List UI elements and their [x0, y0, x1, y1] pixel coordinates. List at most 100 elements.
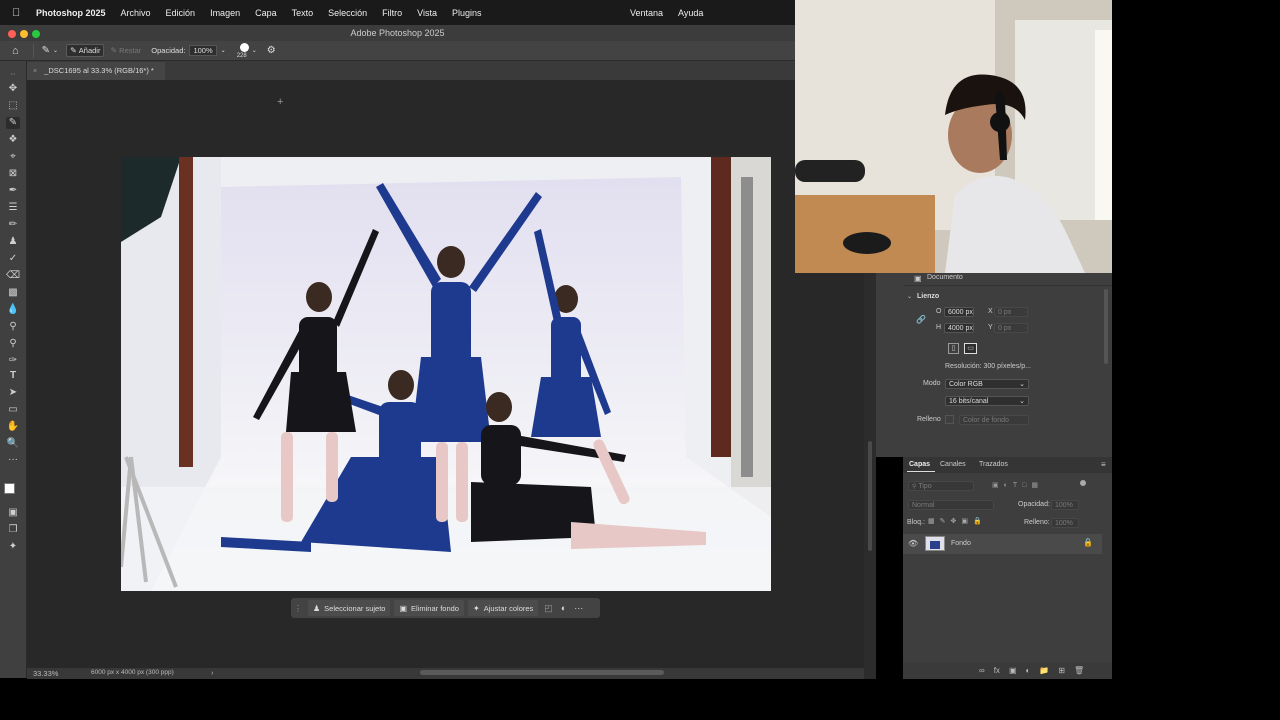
- app-menu[interactable]: Photoshop 2025: [36, 8, 106, 18]
- type-tool-icon[interactable]: T: [6, 370, 20, 382]
- link-icon[interactable]: 🔗: [916, 315, 926, 324]
- tab-layers[interactable]: Capas: [909, 461, 930, 468]
- lock-icon[interactable]: 🔒: [1083, 538, 1093, 547]
- fill-swatch[interactable]: [945, 415, 954, 424]
- zoom-tool-icon[interactable]: 🔍: [6, 438, 20, 450]
- link-layers-icon[interactable]: ∞: [979, 666, 985, 675]
- vertical-scrollbar[interactable]: [868, 441, 872, 551]
- brush-size-picker[interactable]: 228: [236, 42, 252, 60]
- add-mask-icon[interactable]: ▣: [1009, 666, 1017, 675]
- document-image[interactable]: [121, 157, 771, 591]
- panel-menu-icon[interactable]: ≡: [1101, 460, 1106, 469]
- menu-capa[interactable]: Capa: [255, 8, 277, 18]
- transform-icon[interactable]: ◰: [544, 603, 553, 614]
- document-tab[interactable]: × _DSC1695 al 33.3% (RGB/16*) *: [27, 62, 165, 80]
- quick-mask-icon[interactable]: ▣: [6, 507, 20, 519]
- menu-ventana[interactable]: Ventana: [630, 8, 663, 18]
- menu-plugins[interactable]: Plugins: [452, 8, 482, 18]
- layer-search-field[interactable]: ⚲ Tipo: [908, 481, 974, 491]
- minimize-window-button[interactable]: [20, 30, 28, 38]
- zoom-level[interactable]: 33.33%: [33, 669, 58, 678]
- home-icon[interactable]: ⌂: [12, 45, 19, 57]
- adjust-colors-button[interactable]: ✦ Ajustar colores: [467, 600, 539, 616]
- resolution-text: Resolución: 300 píxeles/p...: [945, 363, 1031, 370]
- menu-vista[interactable]: Vista: [417, 8, 437, 18]
- canvas-section-title[interactable]: Lienzo: [917, 293, 939, 300]
- chevron-right-icon[interactable]: ›: [211, 668, 214, 677]
- trash-icon[interactable]: 🗑: [1074, 666, 1084, 675]
- subtract-mode-button[interactable]: ✎ Restar: [110, 46, 141, 55]
- screen-mode-icon[interactable]: ❐: [6, 524, 20, 536]
- clone-stamp-tool-icon[interactable]: ♟: [6, 236, 20, 248]
- chevron-down-icon[interactable]: ⌄: [221, 47, 226, 54]
- brush-tool-icon[interactable]: ✏: [6, 219, 20, 231]
- apple-icon[interactable]: : [12, 7, 26, 19]
- remove-background-button[interactable]: ▣ Eliminar fondo: [394, 600, 464, 616]
- eye-icon[interactable]: 👁: [908, 539, 918, 548]
- layer-name[interactable]: Fondo: [951, 540, 971, 547]
- quick-selection-preset-icon[interactable]: ✎: [42, 45, 50, 56]
- height-field[interactable]: 4000 px: [944, 323, 974, 333]
- menu-archivo[interactable]: Archivo: [121, 8, 151, 18]
- add-mode-button[interactable]: ✎ Añadir: [66, 44, 105, 57]
- menu-texto[interactable]: Texto: [292, 8, 314, 18]
- portrait-orientation-icon[interactable]: ▯: [948, 343, 959, 354]
- rectangle-tool-icon[interactable]: ▭: [6, 404, 20, 416]
- crop-tool-icon[interactable]: ⌖: [6, 151, 20, 163]
- tab-channels[interactable]: Canales: [940, 461, 966, 468]
- more-icon[interactable]: ···: [574, 603, 583, 613]
- folder-icon[interactable]: 📁: [1039, 666, 1049, 675]
- foreground-color-swatch[interactable]: [4, 483, 15, 494]
- new-layer-icon[interactable]: ⊞: [1058, 666, 1065, 675]
- gear-icon[interactable]: ⚙: [267, 45, 276, 56]
- healing-brush-tool-icon[interactable]: ☰: [6, 202, 20, 214]
- select-subject-button[interactable]: ♟ Seleccionar sujeto: [308, 600, 391, 616]
- dodge-tool-icon[interactable]: ⚲: [6, 321, 20, 333]
- mode-select[interactable]: Color RGB ⌄: [945, 379, 1029, 389]
- blur-tool-icon[interactable]: 💧: [6, 304, 20, 316]
- hand-tool-icon[interactable]: ✋: [6, 421, 20, 433]
- zoom-window-button[interactable]: [32, 30, 40, 38]
- mask-icon[interactable]: ◐: [561, 603, 566, 613]
- layer-row[interactable]: 👁 Fondo 🔒: [903, 534, 1102, 554]
- eyedropper-tool-icon[interactable]: ✒: [6, 185, 20, 197]
- drag-handle-icon[interactable]: ⋮: [294, 604, 302, 613]
- zoom-out-tool-icon[interactable]: ⚲: [6, 338, 20, 350]
- lock-icons[interactable]: ▦✎✥▣🔒: [928, 517, 987, 525]
- close-window-button[interactable]: [8, 30, 16, 38]
- menu-filtro[interactable]: Filtro: [382, 8, 402, 18]
- path-selection-tool-icon[interactable]: ➤: [6, 387, 20, 399]
- fx-icon[interactable]: fx: [994, 666, 1000, 675]
- opacity-field[interactable]: 100%: [189, 45, 217, 56]
- gradient-tool-icon[interactable]: ▩: [6, 287, 20, 299]
- layer-filter-icons[interactable]: ▣◐T□▦: [992, 481, 1043, 489]
- filter-toggle-icon[interactable]: [1080, 480, 1086, 486]
- properties-scrollbar[interactable]: [1104, 289, 1108, 364]
- history-brush-tool-icon[interactable]: ✓: [6, 253, 20, 265]
- menu-seleccion[interactable]: Selección: [328, 8, 367, 18]
- pen-tool-icon[interactable]: ✑: [6, 355, 20, 367]
- marquee-tool-icon[interactable]: ⬚: [6, 100, 20, 112]
- chevron-down-icon[interactable]: ⌄: [252, 47, 257, 54]
- quick-selection-tool-icon[interactable]: ❖: [6, 134, 20, 146]
- menu-edicion[interactable]: Edición: [166, 8, 196, 18]
- more-tools-icon[interactable]: ···: [6, 454, 20, 466]
- chevron-down-icon[interactable]: ⌄: [53, 47, 58, 54]
- horizontal-scrollbar[interactable]: [420, 670, 664, 675]
- menu-ayuda[interactable]: Ayuda: [678, 8, 703, 18]
- width-field[interactable]: 6000 px: [944, 307, 974, 317]
- frame-tool-icon[interactable]: ⊠: [6, 168, 20, 180]
- generative-icon[interactable]: ✦: [6, 541, 20, 553]
- eraser-tool-icon[interactable]: ⌫: [6, 270, 20, 282]
- bit-depth-select[interactable]: 16 bits/canal ⌄: [945, 396, 1029, 406]
- landscape-orientation-icon[interactable]: ▭: [964, 343, 977, 354]
- object-selection-tool-icon[interactable]: ✎: [6, 117, 20, 129]
- tab-paths[interactable]: Trazados: [979, 461, 1008, 468]
- chevron-down-icon[interactable]: ⌄: [907, 293, 912, 300]
- move-tool-icon[interactable]: ✥: [6, 83, 20, 95]
- close-tab-icon[interactable]: ×: [33, 68, 37, 75]
- contextual-task-bar: ⋮ ♟ Seleccionar sujeto ▣ Eliminar fondo …: [291, 598, 600, 618]
- menu-imagen[interactable]: Imagen: [210, 8, 240, 18]
- adjustment-layer-icon[interactable]: ◐: [1026, 666, 1031, 675]
- fill-select[interactable]: Color de fondo: [959, 415, 1029, 425]
